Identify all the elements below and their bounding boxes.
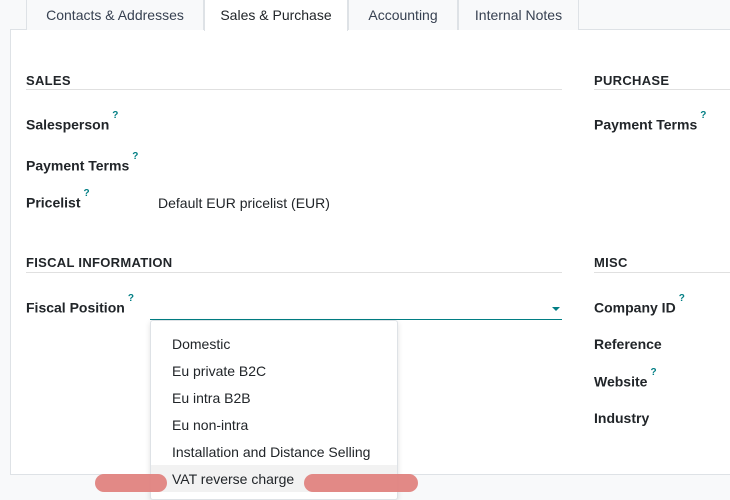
sales-payment-terms-label: Payment Terms? — [26, 151, 139, 174]
help-icon[interactable]: ? — [128, 293, 134, 304]
tab-label: Sales & Purchase — [220, 7, 332, 23]
fiscal-position-label: Fiscal Position? — [26, 293, 134, 316]
help-icon[interactable]: ? — [132, 151, 138, 162]
tab-sales-purchase[interactable]: Sales & Purchase — [204, 0, 348, 31]
dropdown-option-eu-non-intra[interactable]: Eu non-intra — [151, 411, 397, 438]
tab-label: Internal Notes — [474, 6, 563, 23]
misc-divider — [594, 272, 730, 273]
fiscal-divider — [26, 272, 562, 273]
help-icon[interactable]: ? — [112, 110, 118, 121]
misc-section-title: MISC — [594, 255, 628, 270]
notebook-tabs: Contacts & Addresses Sales & Purchase Ac… — [10, 0, 730, 31]
sales-divider — [26, 89, 562, 90]
tab-contacts-addresses[interactable]: Contacts & Addresses — [26, 0, 204, 30]
website-label: Website? — [594, 367, 657, 390]
help-icon[interactable]: ? — [700, 110, 706, 121]
fiscal-position-dropdown: Domestic Eu private B2C Eu intra B2B Eu … — [150, 320, 398, 500]
purchase-section-title: PURCHASE — [594, 73, 670, 88]
purchase-payment-terms-label: Payment Terms? — [594, 110, 707, 133]
tab-accounting[interactable]: Accounting — [348, 0, 458, 30]
tab-label: Contacts & Addresses — [46, 6, 184, 23]
industry-label: Industry — [594, 410, 650, 426]
caret-down-icon[interactable] — [552, 307, 560, 311]
fiscal-section-title: FISCAL INFORMATION — [26, 255, 173, 270]
fiscal-position-select[interactable] — [150, 300, 562, 320]
dropdown-option-eu-intra-b2b[interactable]: Eu intra B2B — [151, 384, 397, 411]
help-icon[interactable]: ? — [679, 293, 685, 304]
dropdown-option-installation-distance-selling[interactable]: Installation and Distance Selling — [151, 438, 397, 465]
tab-internal-notes[interactable]: Internal Notes — [458, 0, 579, 30]
redaction-mark — [95, 474, 167, 492]
company-id-label: Company ID? — [594, 293, 685, 316]
dropdown-option-eu-private-b2c[interactable]: Eu private B2C — [151, 357, 397, 384]
reference-label: Reference — [594, 336, 662, 352]
tab-label: Accounting — [368, 6, 438, 23]
sales-section-title: SALES — [26, 73, 71, 88]
pricelist-label: Pricelist? — [26, 188, 90, 211]
salesperson-label: Salesperson? — [26, 110, 119, 133]
purchase-divider — [594, 89, 730, 90]
help-icon[interactable]: ? — [650, 367, 656, 378]
dropdown-option-domestic[interactable]: Domestic — [151, 330, 397, 357]
help-icon[interactable]: ? — [83, 188, 89, 199]
redaction-mark — [304, 474, 418, 492]
pricelist-value[interactable]: Default EUR pricelist (EUR) — [158, 195, 330, 211]
